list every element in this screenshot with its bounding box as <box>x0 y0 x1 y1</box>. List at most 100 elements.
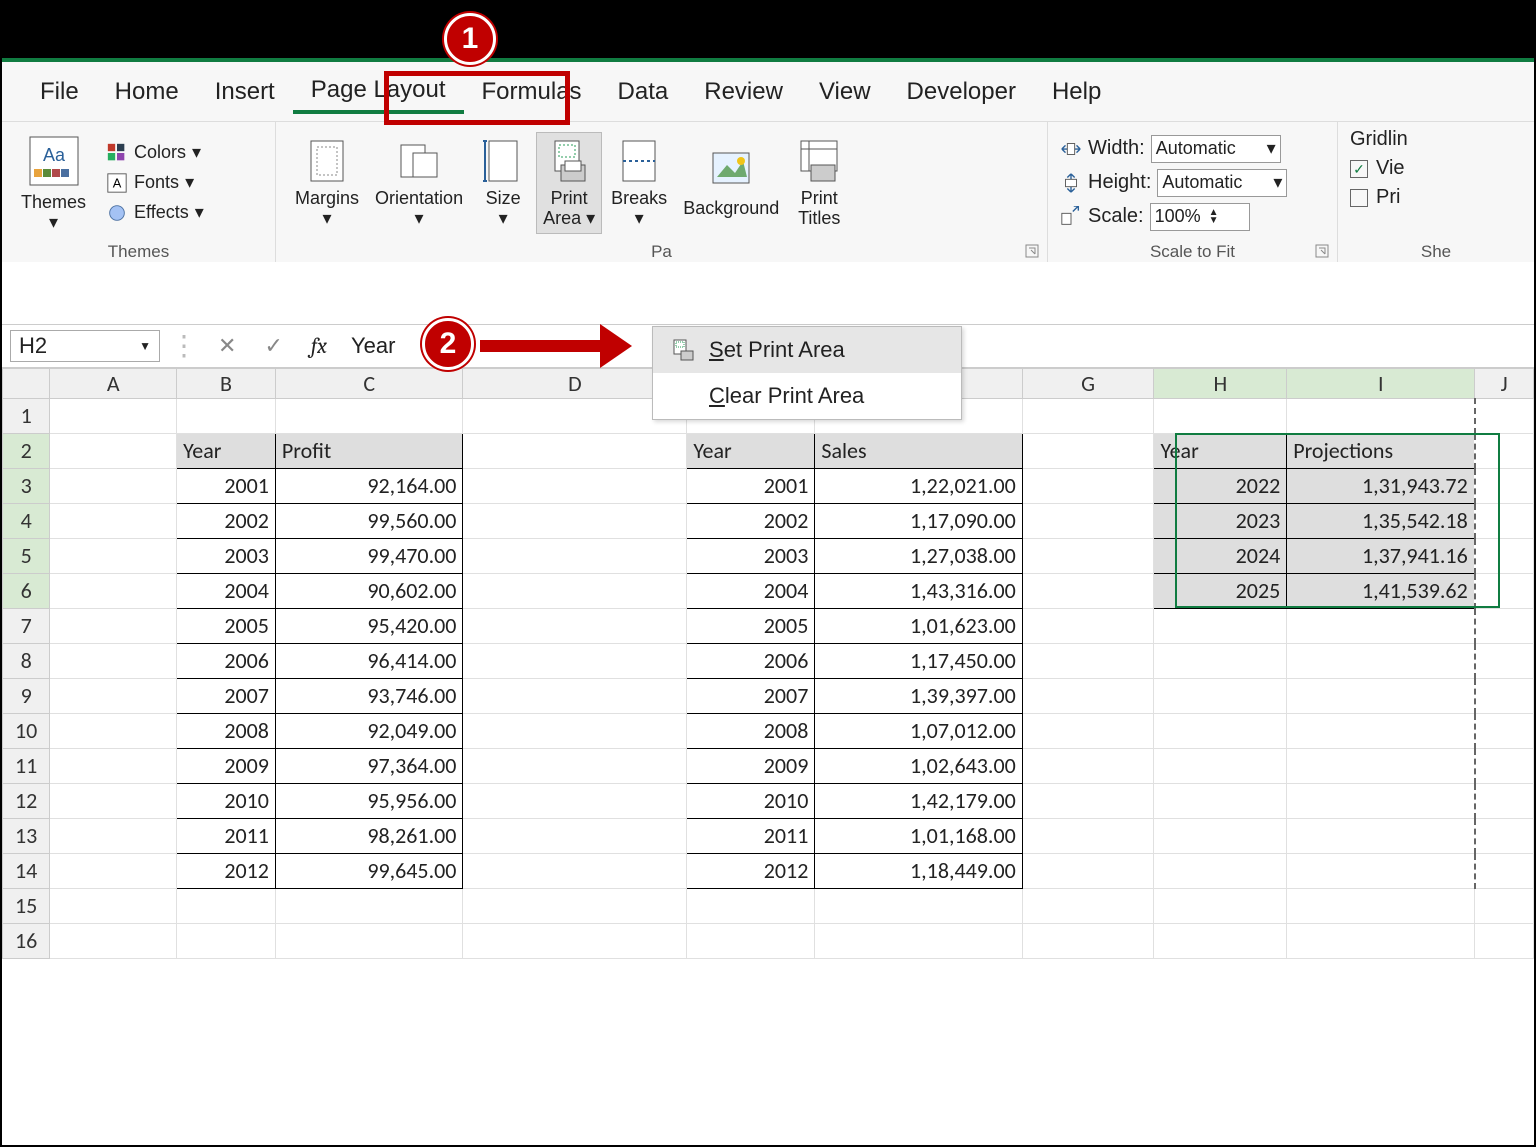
row-header[interactable]: 1 <box>3 398 50 433</box>
cell[interactable] <box>1287 678 1475 713</box>
cell[interactable] <box>463 433 687 468</box>
cell[interactable]: 2007 <box>177 678 276 713</box>
cell[interactable] <box>463 713 687 748</box>
cell[interactable]: 1,37,941.16 <box>1287 538 1475 573</box>
cell[interactable]: 1,01,623.00 <box>815 608 1022 643</box>
cell[interactable] <box>463 573 687 608</box>
cell[interactable] <box>1475 503 1534 538</box>
cell[interactable] <box>1287 643 1475 678</box>
cell[interactable] <box>1022 573 1154 608</box>
cell[interactable] <box>1287 713 1475 748</box>
tab-developer[interactable]: Developer <box>889 72 1034 112</box>
cell[interactable] <box>463 608 687 643</box>
row-header[interactable]: 16 <box>3 923 50 958</box>
width-select[interactable]: Automatic▾ <box>1151 135 1281 163</box>
tab-data[interactable]: Data <box>600 72 687 112</box>
cell[interactable] <box>50 888 177 923</box>
cell[interactable] <box>50 748 177 783</box>
cell[interactable]: 2025 <box>1154 573 1287 608</box>
cell[interactable] <box>463 538 687 573</box>
tab-view[interactable]: View <box>801 72 889 112</box>
cell[interactable]: 1,41,539.62 <box>1287 573 1475 608</box>
cell[interactable] <box>177 923 276 958</box>
cell[interactable] <box>50 783 177 818</box>
cell[interactable] <box>463 923 687 958</box>
cell[interactable]: 2010 <box>177 783 276 818</box>
cell[interactable]: 2008 <box>687 713 815 748</box>
cell[interactable] <box>50 678 177 713</box>
cell[interactable] <box>1475 888 1534 923</box>
cell[interactable]: 2004 <box>177 573 276 608</box>
cell[interactable] <box>50 818 177 853</box>
column-header[interactable]: C <box>275 368 463 398</box>
cell[interactable] <box>1154 783 1287 818</box>
size-button[interactable]: Size▾ <box>472 132 534 234</box>
column-header[interactable]: J <box>1475 368 1534 398</box>
print-area-button[interactable]: PrintArea ▾ <box>536 132 602 234</box>
cell[interactable] <box>1154 643 1287 678</box>
cell[interactable]: 2003 <box>687 538 815 573</box>
tab-help[interactable]: Help <box>1034 72 1119 112</box>
cell[interactable]: 1,18,449.00 <box>815 853 1022 888</box>
row-header[interactable]: 4 <box>3 503 50 538</box>
cell[interactable] <box>1022 818 1154 853</box>
cell[interactable]: 95,956.00 <box>275 783 463 818</box>
cell[interactable] <box>50 853 177 888</box>
print-titles-button[interactable]: PrintTitles <box>788 132 850 234</box>
cell[interactable] <box>50 573 177 608</box>
row-header[interactable]: 14 <box>3 853 50 888</box>
cell[interactable]: 97,364.00 <box>275 748 463 783</box>
cell[interactable]: 99,470.00 <box>275 538 463 573</box>
row-header[interactable]: 12 <box>3 783 50 818</box>
cell[interactable] <box>1154 398 1287 433</box>
cell[interactable] <box>463 503 687 538</box>
cell[interactable] <box>1287 608 1475 643</box>
cell[interactable] <box>275 888 463 923</box>
cell[interactable] <box>1022 783 1154 818</box>
select-all-corner[interactable] <box>3 368 50 398</box>
cell[interactable]: 2008 <box>177 713 276 748</box>
cell[interactable] <box>1475 853 1534 888</box>
cell[interactable] <box>1154 608 1287 643</box>
cell[interactable] <box>1154 818 1287 853</box>
spreadsheet-grid[interactable]: ABCDEFGHIJ12YearProfitYearSalesYearProje… <box>2 368 1534 959</box>
cell[interactable]: 2007 <box>687 678 815 713</box>
cell[interactable]: Year <box>177 433 276 468</box>
cell[interactable] <box>1022 398 1154 433</box>
cell[interactable] <box>687 888 815 923</box>
column-header[interactable]: I <box>1287 368 1475 398</box>
column-header[interactable]: H <box>1154 368 1287 398</box>
cell[interactable] <box>1287 748 1475 783</box>
cell[interactable] <box>1022 433 1154 468</box>
dialog-launcher-icon[interactable] <box>1315 244 1329 258</box>
cell[interactable] <box>1287 923 1475 958</box>
cell[interactable]: 98,261.00 <box>275 818 463 853</box>
cell[interactable]: 2012 <box>687 853 815 888</box>
cell[interactable] <box>1475 818 1534 853</box>
cell[interactable] <box>463 888 687 923</box>
cell[interactable] <box>50 713 177 748</box>
cell[interactable] <box>1475 573 1534 608</box>
name-box[interactable]: H2▼ <box>10 330 160 362</box>
cell[interactable] <box>177 888 276 923</box>
scale-spinner[interactable]: 100%▲▼ <box>1150 203 1250 231</box>
cell[interactable] <box>1475 713 1534 748</box>
height-select[interactable]: Automatic▾ <box>1157 169 1287 197</box>
enter-icon[interactable]: ✓ <box>250 333 296 359</box>
cell[interactable] <box>1022 643 1154 678</box>
cell[interactable] <box>1475 678 1534 713</box>
cell[interactable]: 1,42,179.00 <box>815 783 1022 818</box>
cell[interactable]: 2004 <box>687 573 815 608</box>
set-print-area-item[interactable]: Set Print Area <box>653 327 961 373</box>
breaks-button[interactable]: Breaks▾ <box>604 132 674 234</box>
cell[interactable]: 99,645.00 <box>275 853 463 888</box>
cell[interactable]: 1,02,643.00 <box>815 748 1022 783</box>
cell[interactable]: 2001 <box>177 468 276 503</box>
cell[interactable] <box>275 398 463 433</box>
cell[interactable] <box>1287 818 1475 853</box>
cell[interactable] <box>1475 643 1534 678</box>
cancel-icon[interactable]: ✕ <box>204 333 250 359</box>
fonts-button[interactable]: A Fonts ▾ <box>99 169 201 197</box>
cell[interactable]: 1,01,168.00 <box>815 818 1022 853</box>
cell[interactable] <box>463 783 687 818</box>
